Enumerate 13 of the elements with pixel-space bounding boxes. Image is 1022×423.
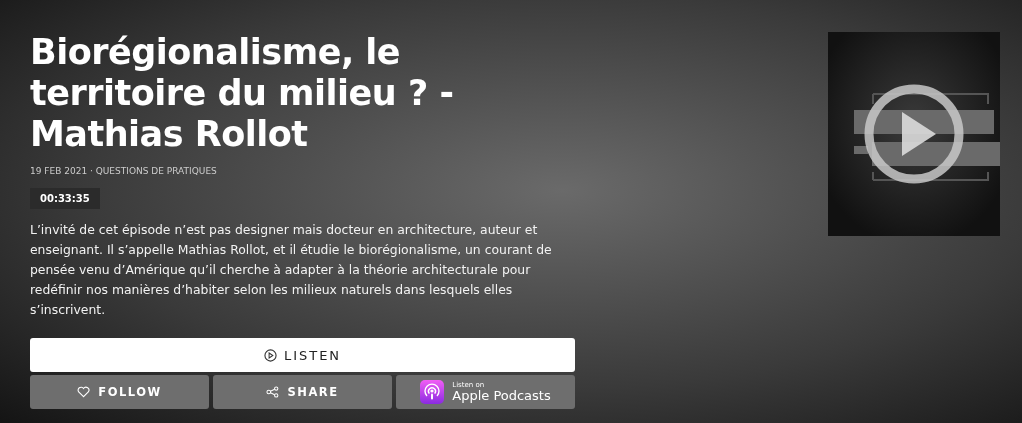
duration-badge: 00:33:35 [30,188,100,209]
apple-podcasts-label: Apple Podcasts [452,389,551,402]
share-button[interactable]: SHARE [213,375,392,409]
listen-button[interactable]: LISTEN [30,338,575,372]
play-icon [263,348,277,362]
follow-button[interactable]: FOLLOW [30,375,209,409]
episode-meta: 19 FEB 2021 · QUESTIONS DE PRATIQUES [30,166,218,176]
episode-title: Biorégionalisme, le territoire du milieu ? - Mathias Rollot [30,32,455,155]
play-icon[interactable] [862,82,966,186]
episode-description: L’invité de cet épisode n’est pas designer mais docteur en architecture, auteur et enseignant. Il s’appelle Mathias Rollot, et il étudie le biorégionalisme, un courant de pensée venu d’Amérique qu’il cherche à adapter à la théorie architecturale pour redéfinir nos manières d’habiter selon les milieux naturels dans lesquels elles s’inscrivent. [30,221,553,319]
heart-icon [77,386,91,398]
podcast-icon [420,380,445,404]
share-icon [266,386,280,398]
